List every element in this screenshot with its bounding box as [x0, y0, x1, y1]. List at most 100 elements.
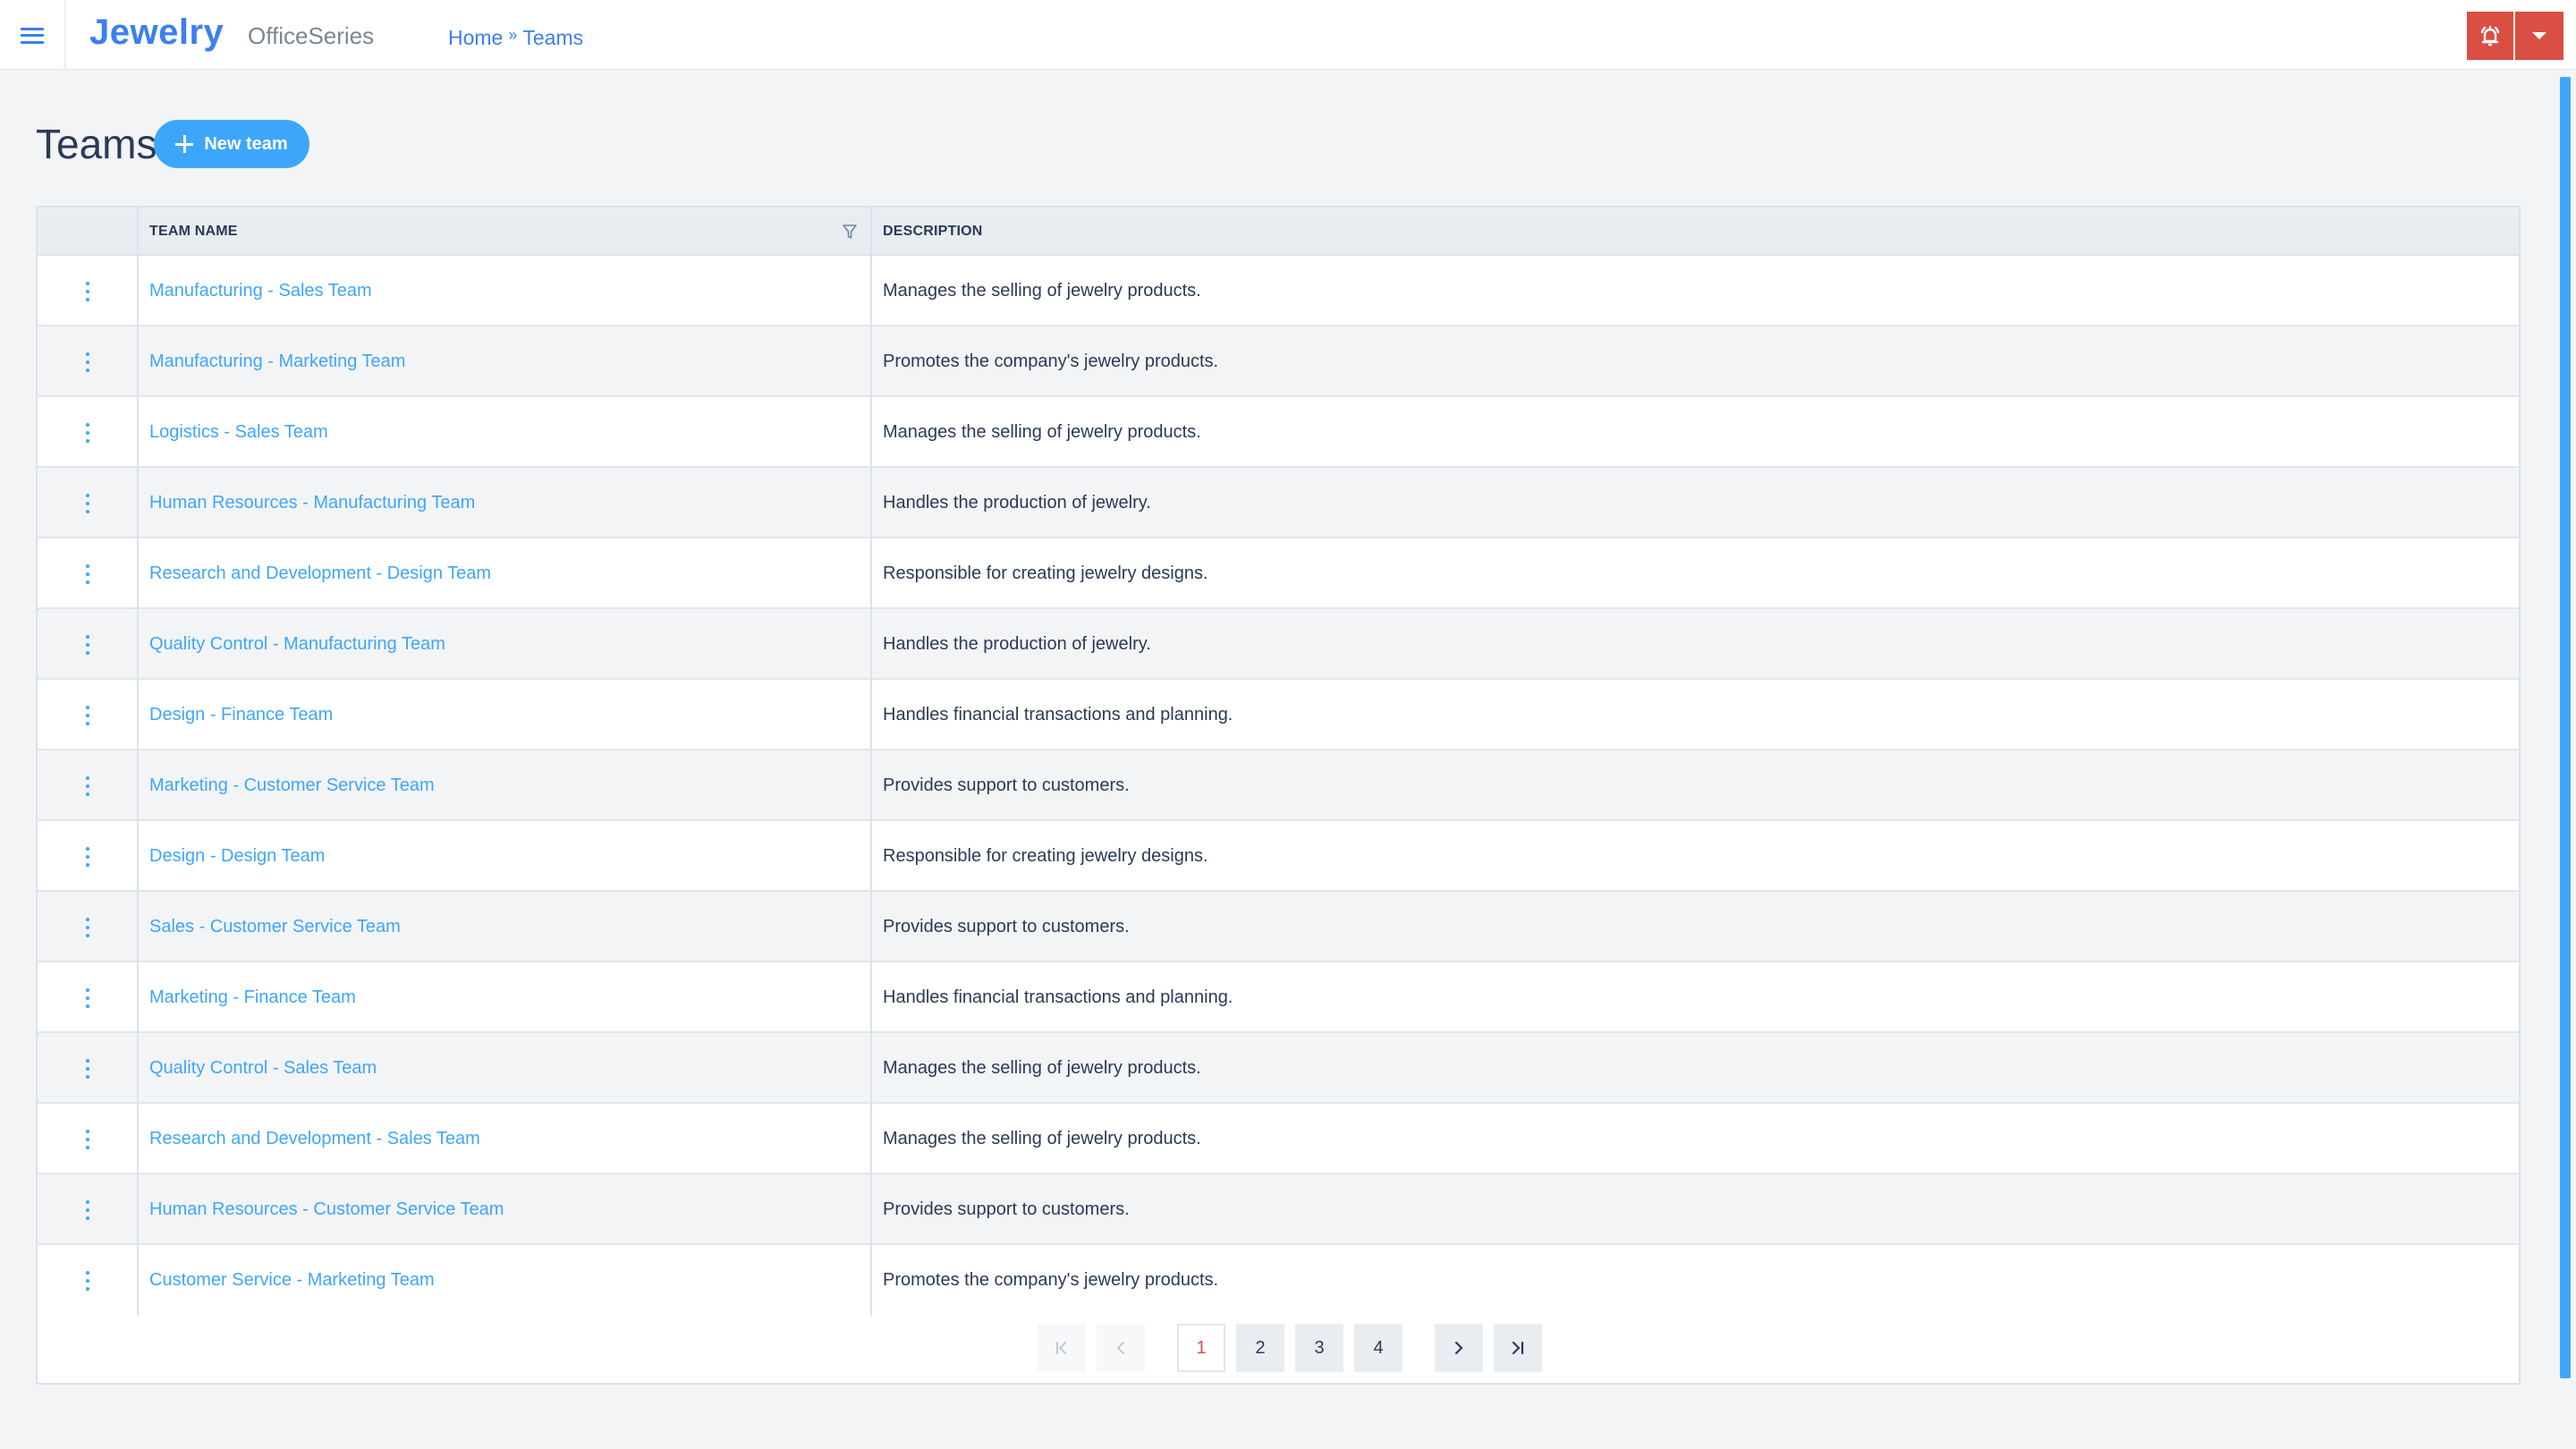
- filter-funnel-icon[interactable]: [842, 224, 858, 240]
- team-name-link[interactable]: Human Resources - Manufacturing Team: [149, 493, 475, 513]
- column-header-team-name[interactable]: TEAM NAME: [139, 208, 872, 256]
- menu-toggle-button[interactable]: [0, 0, 66, 71]
- team-description-cell: Responsible for creating jewelry designs…: [883, 564, 1208, 583]
- table-body: Manufacturing - Sales Team Manages the se…: [38, 256, 2519, 1316]
- row-actions-cell: [38, 892, 139, 962]
- team-description-cell: Manages the selling of jewelry products.: [883, 281, 1201, 301]
- row-actions-cell: [38, 1033, 139, 1104]
- team-name-link[interactable]: Customer Service - Marketing Team: [149, 1270, 435, 1291]
- kebab-menu-icon[interactable]: [82, 1199, 93, 1221]
- breadcrumb: Home » Teams: [448, 26, 583, 50]
- team-name-link[interactable]: Manufacturing - Marketing Team: [149, 352, 405, 372]
- kebab-menu-icon[interactable]: [82, 1270, 93, 1292]
- table-row: Marketing - Customer Service Team Provide…: [38, 750, 2519, 821]
- page-button-3[interactable]: 3: [1295, 1324, 1343, 1372]
- page-button-4[interactable]: 4: [1354, 1324, 1402, 1372]
- table-row: Sales - Customer Service Team Provides su…: [38, 892, 2519, 962]
- page-button-2[interactable]: 2: [1236, 1324, 1284, 1372]
- row-actions-cell: [38, 821, 139, 892]
- page-button-1[interactable]: 1: [1177, 1324, 1225, 1372]
- new-team-button[interactable]: New team: [154, 120, 309, 168]
- team-description-cell: Provides support to customers.: [883, 775, 1130, 795]
- last-page-icon: [1512, 1341, 1524, 1355]
- team-name-link[interactable]: Research and Development - Design Team: [149, 564, 491, 584]
- hamburger-menu-icon: [21, 27, 44, 44]
- row-actions-cell: [38, 680, 139, 750]
- plus-icon: [175, 135, 194, 153]
- previous-page-button[interactable]: [1097, 1324, 1145, 1372]
- team-name-link[interactable]: Quality Control - Sales Team: [149, 1058, 377, 1079]
- kebab-menu-icon[interactable]: [82, 634, 93, 656]
- first-page-button[interactable]: [1038, 1324, 1086, 1372]
- team-name-cell: Design - Finance Team: [139, 680, 872, 750]
- team-description-cell: Handles the production of jewelry.: [883, 493, 1151, 513]
- kebab-menu-icon[interactable]: [82, 1129, 93, 1150]
- page-scrollbar[interactable]: [2560, 77, 2571, 1378]
- team-name-link[interactable]: Sales - Customer Service Team: [149, 917, 401, 937]
- app-brand[interactable]: Jewelry: [89, 13, 224, 53]
- last-page-button[interactable]: [1494, 1324, 1542, 1372]
- team-description-cell: Promotes the company's jewelry products.: [883, 352, 1219, 371]
- kebab-menu-icon[interactable]: [82, 846, 93, 868]
- first-page-icon: [1056, 1342, 1066, 1354]
- team-name-cell: Customer Service - Marketing Team: [139, 1245, 872, 1316]
- team-description-cell: Manages the selling of jewelry products.: [883, 1058, 1201, 1078]
- table-row: Manufacturing - Sales Team Manages the se…: [38, 256, 2519, 326]
- team-name-link[interactable]: Marketing - Finance Team: [149, 987, 356, 1008]
- row-actions-cell: [38, 962, 139, 1033]
- team-description-cell: Responsible for creating jewelry designs…: [883, 846, 1208, 866]
- table-row: Design - Finance Team Handles financial t…: [38, 680, 2519, 750]
- caret-down-icon: [2532, 32, 2546, 39]
- kebab-menu-icon[interactable]: [82, 422, 93, 444]
- kebab-menu-icon[interactable]: [82, 775, 93, 797]
- alert-button-group: [2467, 12, 2563, 60]
- kebab-menu-icon[interactable]: [82, 1058, 93, 1080]
- team-name-link[interactable]: Marketing - Customer Service Team: [149, 775, 435, 796]
- table-row: Design - Design Team Responsible for crea…: [38, 821, 2519, 892]
- kebab-menu-icon[interactable]: [82, 352, 93, 373]
- team-name-cell: Human Resources - Manufacturing Team: [139, 468, 872, 538]
- team-name-link[interactable]: Research and Development - Sales Team: [149, 1129, 480, 1149]
- team-description-cell: Handles financial transactions and plann…: [883, 705, 1233, 724]
- top-bar: Jewelry OfficeSeries Home » Teams: [0, 0, 2576, 71]
- team-name-cell: Research and Development - Design Team: [139, 538, 872, 609]
- kebab-menu-icon[interactable]: [82, 564, 93, 585]
- kebab-menu-icon[interactable]: [82, 987, 93, 1009]
- kebab-menu-icon[interactable]: [82, 281, 93, 302]
- breadcrumb-home-link[interactable]: Home: [448, 26, 503, 50]
- breadcrumb-teams-link[interactable]: Teams: [522, 26, 583, 50]
- team-description-cell: Handles financial transactions and plann…: [883, 987, 1233, 1007]
- team-name-link[interactable]: Design - Finance Team: [149, 705, 333, 725]
- row-actions-cell: [38, 1104, 139, 1174]
- table-row: Research and Development - Sales Team Man…: [38, 1104, 2519, 1174]
- kebab-menu-icon[interactable]: [82, 917, 93, 938]
- teams-table: TEAM NAME DESCRIPTION Manufacturing - Sa…: [36, 206, 2521, 1385]
- column-header-team-name-label: TEAM NAME: [149, 224, 238, 239]
- page-title: Teams: [36, 121, 157, 167]
- team-name-cell: Research and Development - Sales Team: [139, 1104, 872, 1174]
- row-actions-cell: [38, 397, 139, 468]
- notifications-button[interactable]: [2467, 12, 2515, 60]
- table-row: Manufacturing - Marketing Team Promotes t…: [38, 326, 2519, 397]
- row-actions-cell: [38, 1174, 139, 1245]
- team-name-link[interactable]: Logistics - Sales Team: [149, 422, 328, 443]
- alert-dropdown-button[interactable]: [2515, 12, 2563, 60]
- kebab-menu-icon[interactable]: [82, 705, 93, 726]
- team-name-link[interactable]: Human Resources - Customer Service Team: [149, 1199, 504, 1220]
- team-name-link[interactable]: Design - Design Team: [149, 846, 325, 867]
- team-name-link[interactable]: Quality Control - Manufacturing Team: [149, 634, 445, 655]
- next-page-button[interactable]: [1435, 1324, 1483, 1372]
- kebab-menu-icon[interactable]: [82, 493, 93, 514]
- row-actions-cell: [38, 468, 139, 538]
- column-header-description: DESCRIPTION: [883, 224, 983, 239]
- row-actions-cell: [38, 1245, 139, 1316]
- table-header: TEAM NAME DESCRIPTION: [38, 208, 2519, 256]
- team-description-cell: Manages the selling of jewelry products.: [883, 422, 1201, 442]
- team-description-cell: Handles the production of jewelry.: [883, 634, 1151, 654]
- team-name-cell: Manufacturing - Marketing Team: [139, 326, 872, 397]
- team-name-link[interactable]: Manufacturing - Sales Team: [149, 281, 372, 301]
- next-page-icon: [1454, 1341, 1463, 1355]
- pagination-spacer: [1156, 1324, 1166, 1372]
- table-row: Marketing - Finance Team Handles financia…: [38, 962, 2519, 1033]
- bell-alert-icon: [2480, 25, 2500, 47]
